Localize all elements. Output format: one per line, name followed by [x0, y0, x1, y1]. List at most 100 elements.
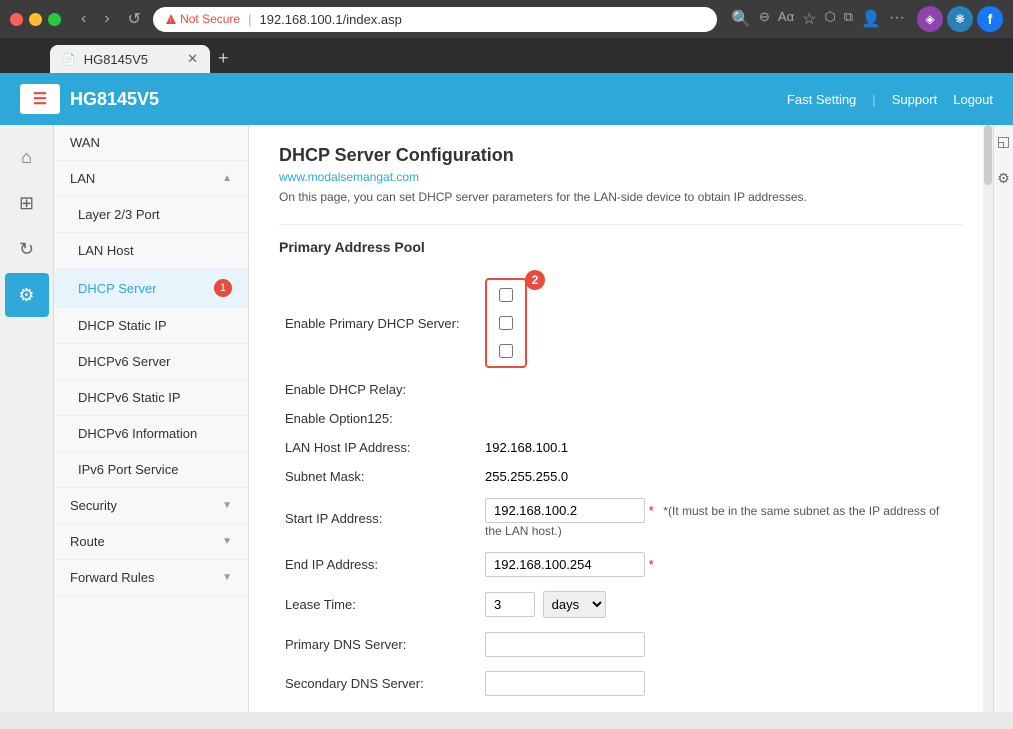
enable-relay-checkbox[interactable]: [499, 316, 513, 330]
nav-dhcp-static[interactable]: DHCP Static IP: [54, 308, 248, 344]
scrollbar[interactable]: [983, 125, 993, 712]
more-action[interactable]: ···: [889, 9, 905, 29]
checkbox-badge: 2: [525, 270, 545, 290]
main-layout: ⌂ ⊞ ↻ ⚙ WAN LAN ▲ Layer 2/3 Port LAN Hos…: [0, 125, 1013, 712]
right-icon-2[interactable]: ⚙: [997, 170, 1010, 187]
zoom-action[interactable]: ⊖: [759, 9, 770, 29]
end-ip-label: End IP Address:: [279, 545, 479, 584]
nav-security[interactable]: Security ▼: [54, 488, 248, 524]
settings-nav-icon[interactable]: ⚙: [5, 273, 49, 317]
svg-text:!: !: [170, 19, 171, 25]
add-nav-icon[interactable]: ⊞: [5, 181, 49, 225]
maximize-button[interactable]: [48, 13, 61, 26]
forward-button[interactable]: ›: [98, 8, 115, 30]
tab-close-button[interactable]: ✕: [187, 51, 198, 67]
page-title: DHCP Server Configuration: [279, 145, 963, 166]
logo-text: HG8145V5: [70, 89, 159, 110]
search-action[interactable]: 🔍: [731, 9, 751, 29]
enable-option-row: Enable Option125:: [279, 404, 963, 433]
browser-actions: 🔍 ⊖ Aα ☆ ⬡ ⧉ 👤 ···: [731, 9, 905, 29]
scroll-thumb[interactable]: [984, 125, 992, 185]
nav-forward-rules[interactable]: Forward Rules ▼: [54, 560, 248, 596]
nav-dhcp-server[interactable]: DHCP Server 1: [54, 269, 248, 308]
window-buttons: [10, 13, 61, 26]
nav-ipv6-port[interactable]: IPv6 Port Service: [54, 452, 248, 488]
start-ip-label: Start IP Address:: [279, 491, 479, 545]
not-secure-badge: ! Not Secure: [165, 12, 240, 26]
route-chevron: ▼: [222, 536, 232, 547]
profile-action[interactable]: 👤: [861, 9, 881, 29]
primary-dns-input[interactable]: [485, 632, 645, 657]
primary-dns-label: Primary DNS Server:: [279, 625, 479, 664]
secondary-dns-input[interactable]: [485, 671, 645, 696]
nav-lanhost[interactable]: LAN Host: [54, 233, 248, 269]
ext-2[interactable]: ❋: [947, 6, 973, 32]
security-chevron: ▼: [222, 500, 232, 511]
primary-pool-title: Primary Address Pool: [279, 239, 963, 255]
end-ip-required: *: [649, 557, 654, 572]
split-action[interactable]: ⧉: [844, 9, 853, 29]
address-bar[interactable]: ! Not Secure | 192.168.100.1/index.asp: [153, 7, 717, 32]
nav-dhcpv6-static[interactable]: DHCPv6 Static IP: [54, 380, 248, 416]
tab-title: HG8145V5: [84, 52, 148, 67]
lease-time-unit[interactable]: days hours: [543, 591, 606, 618]
logout-link[interactable]: Logout: [953, 92, 993, 107]
checkbox-group: 2: [485, 278, 527, 368]
subnet-mask-value: 255.255.255.0: [479, 462, 963, 491]
start-ip-row: Start IP Address: * *(It must be in the …: [279, 491, 963, 545]
minimize-button[interactable]: [29, 13, 42, 26]
ext-1[interactable]: ◈: [917, 6, 943, 32]
sync-nav-icon[interactable]: ↻: [5, 227, 49, 271]
fast-setting-link[interactable]: Fast Setting: [787, 92, 856, 107]
primary-dns-row: Primary DNS Server:: [279, 625, 963, 664]
end-ip-row: End IP Address: *: [279, 545, 963, 584]
refresh-button[interactable]: ↺: [122, 7, 147, 31]
router-ui: ☰ HG8145V5 Fast Setting | Support Logout…: [0, 73, 1013, 712]
content-area: DHCP Server Configuration www.modalseman…: [249, 125, 993, 712]
logo: ☰ HG8145V5: [20, 84, 159, 114]
nav-wan[interactable]: WAN: [54, 125, 248, 161]
new-tab-button[interactable]: +: [210, 44, 237, 73]
lan-host-ip-label: LAN Host IP Address:: [279, 433, 479, 462]
lan-chevron: ▲: [222, 173, 232, 184]
left-navigation: WAN LAN ▲ Layer 2/3 Port LAN Host DHCP S…: [54, 125, 249, 712]
nav-layer23[interactable]: Layer 2/3 Port: [54, 197, 248, 233]
enable-primary-label: Enable Primary DHCP Server:: [279, 271, 479, 375]
forward-chevron: ▼: [222, 572, 232, 583]
lease-time-row: Lease Time: days hours: [279, 584, 963, 625]
read-action[interactable]: Aα: [778, 9, 794, 29]
browser-titlebar: ‹ › ↺ ! Not Secure | 192.168.100.1/index…: [0, 0, 1013, 38]
support-link[interactable]: Support: [892, 92, 938, 107]
start-ip-input[interactable]: [485, 498, 645, 523]
url-text: 192.168.100.1/index.asp: [259, 12, 401, 27]
enable-primary-row: Enable Primary DHCP Server: 2: [279, 271, 963, 375]
enable-primary-checkbox[interactable]: [499, 288, 513, 302]
ext-3[interactable]: f: [977, 6, 1003, 32]
right-icon-1[interactable]: ◱: [997, 133, 1010, 150]
nav-lan[interactable]: LAN ▲: [54, 161, 248, 197]
top-navigation: Fast Setting | Support Logout: [787, 92, 993, 107]
nav-route[interactable]: Route ▼: [54, 524, 248, 560]
subnet-mask-label: Subnet Mask:: [279, 462, 479, 491]
enable-option125-checkbox[interactable]: [499, 344, 513, 358]
page-description: On this page, you can set DHCP server pa…: [279, 190, 963, 204]
enable-option-label: Enable Option125:: [279, 404, 479, 433]
nav-dhcpv6[interactable]: DHCPv6 Server: [54, 344, 248, 380]
main-content: DHCP Server Configuration www.modalseman…: [249, 125, 993, 712]
browser-tab[interactable]: 📄 HG8145V5 ✕: [50, 45, 210, 73]
end-ip-input[interactable]: [485, 552, 645, 577]
nav-dhcpv6-info[interactable]: DHCPv6 Information: [54, 416, 248, 452]
collections-action[interactable]: ⬡: [824, 9, 835, 29]
enable-relay-row: Enable DHCP Relay:: [279, 375, 963, 404]
favorites-action[interactable]: ☆: [802, 9, 816, 29]
page-subtitle: www.modalsemangat.com: [279, 170, 963, 184]
lease-time-input[interactable]: [485, 592, 535, 617]
dhcp-badge: 1: [214, 279, 232, 297]
close-button[interactable]: [10, 13, 23, 26]
right-sidebar: ◱ ⚙: [993, 125, 1013, 712]
required-star: *: [649, 503, 654, 518]
back-button[interactable]: ‹: [75, 8, 92, 30]
topbar: ☰ HG8145V5 Fast Setting | Support Logout: [0, 73, 1013, 125]
home-nav-icon[interactable]: ⌂: [5, 135, 49, 179]
extensions: ◈ ❋ f: [917, 6, 1003, 32]
